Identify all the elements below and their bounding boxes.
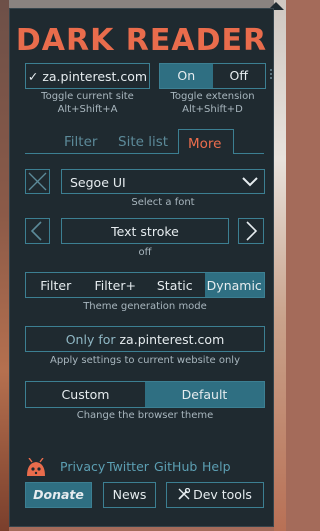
chevron-left-icon: [30, 221, 42, 241]
help-link[interactable]: Help: [202, 459, 231, 474]
dev-tools-label: Dev tools: [193, 487, 252, 502]
text-stroke-increase-button[interactable]: [238, 218, 264, 244]
theme-mode-selector: Filter Filter+ Static Dynamic: [25, 272, 265, 298]
browser-theme-default[interactable]: Default: [145, 382, 264, 407]
only-for-site-button[interactable]: Only for za.pinterest.com: [25, 326, 265, 352]
tab-filter[interactable]: Filter: [64, 134, 97, 150]
toggle-extension-caption: Toggle extension Alt+Shift+D: [170, 91, 255, 115]
theme-mode-static[interactable]: Static: [145, 273, 205, 297]
toggle-site-label: ✓ za.pinterest.com: [27, 69, 148, 84]
theme-mode-filter-plus[interactable]: Filter+: [86, 273, 146, 297]
extension-off-option[interactable]: Off: [213, 64, 266, 88]
theme-mode-caption: Theme generation mode: [83, 301, 207, 312]
tab-more[interactable]: More: [188, 136, 221, 152]
font-select[interactable]: Segoe UI: [61, 169, 265, 194]
dark-reader-logo-icon: [25, 457, 47, 482]
text-stroke-value: off: [138, 247, 152, 258]
github-link[interactable]: GitHub: [154, 459, 197, 474]
twitter-link[interactable]: Twitter: [107, 459, 149, 474]
close-icon: [28, 172, 47, 191]
font-caption: Select a font: [131, 197, 195, 208]
donate-button[interactable]: Donate: [25, 482, 92, 508]
toggle-site-button[interactable]: ✓ za.pinterest.com: [25, 63, 150, 89]
app-title: DARK READER: [15, 23, 268, 58]
text-stroke-label: Text stroke: [111, 224, 179, 239]
font-select-value: Segoe UI: [70, 175, 126, 190]
privacy-link[interactable]: Privacy: [60, 459, 105, 474]
page-background-left: [0, 0, 9, 531]
only-for-site: za.pinterest.com: [119, 332, 225, 347]
toggle-extension[interactable]: On Off: [159, 63, 266, 89]
toggle-site-caption: Toggle current site Alt+Shift+A: [41, 91, 134, 115]
browser-theme-caption: Change the browser theme: [76, 410, 214, 421]
tools-icon: [178, 484, 191, 508]
tab-site-list[interactable]: Site list: [118, 134, 168, 150]
news-button[interactable]: News: [103, 482, 156, 508]
chevron-down-icon: [241, 174, 259, 193]
browser-theme-selector: Custom Default: [25, 381, 265, 408]
more-menu-icon[interactable]: [269, 67, 273, 83]
page-background-right: [274, 0, 286, 531]
dark-reader-popup: DARK READER ✓ za.pinterest.com Toggle cu…: [9, 8, 274, 527]
theme-mode-filter[interactable]: Filter: [26, 273, 86, 297]
dev-tools-button[interactable]: Dev tools: [166, 482, 264, 508]
text-stroke-display: Text stroke: [61, 218, 229, 244]
browser-theme-custom[interactable]: Custom: [26, 382, 145, 407]
font-reset-button[interactable]: [25, 169, 50, 194]
text-stroke-decrease-button[interactable]: [25, 218, 50, 244]
chevron-right-icon: [246, 221, 258, 241]
extension-on-option[interactable]: On: [160, 64, 213, 88]
only-for-prefix: Only for: [65, 332, 116, 347]
only-for-caption: Apply settings to current website only: [49, 355, 240, 366]
browser-toolbar-edge: [0, 0, 286, 8]
theme-mode-dynamic[interactable]: Dynamic: [204, 273, 264, 297]
